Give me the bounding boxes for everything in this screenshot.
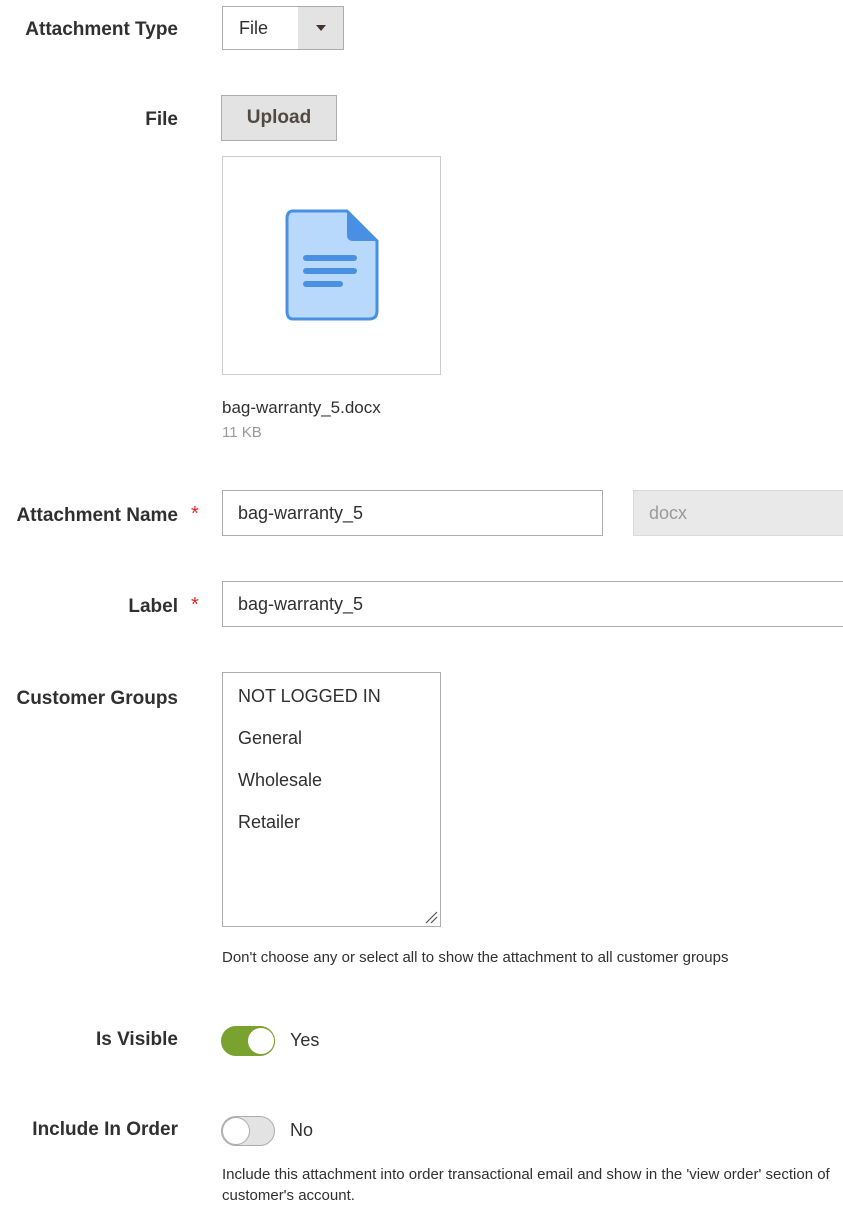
file-name: bag-warranty_5.docx bbox=[222, 398, 381, 417]
chevron-down-icon[interactable] bbox=[298, 7, 343, 49]
file-preview[interactable] bbox=[222, 156, 441, 375]
include-in-order-note: Include this attachment into order trans… bbox=[222, 1166, 830, 1204]
attachment-name-input[interactable] bbox=[222, 490, 603, 536]
customer-groups-label: Customer Groups bbox=[16, 688, 178, 709]
attachment-type-value: File bbox=[239, 17, 269, 38]
document-icon bbox=[285, 209, 379, 321]
resize-grip-icon[interactable] bbox=[424, 910, 438, 924]
required-marker: * bbox=[191, 503, 199, 525]
attachment-extension-input bbox=[633, 490, 843, 536]
customer-group-option[interactable]: General bbox=[223, 724, 440, 766]
include-in-order-label: Include In Order bbox=[32, 1119, 178, 1140]
file-label: File bbox=[145, 109, 178, 130]
is-visible-toggle[interactable] bbox=[221, 1026, 275, 1056]
customer-group-option[interactable]: Retailer bbox=[223, 808, 440, 850]
customer-group-option[interactable]: NOT LOGGED IN bbox=[223, 682, 440, 724]
file-size: 11 KB bbox=[222, 424, 262, 441]
is-visible-label: Is Visible bbox=[95, 1029, 178, 1050]
include-in-order-toggle[interactable] bbox=[221, 1116, 275, 1146]
include-in-order-state: No bbox=[290, 1120, 314, 1140]
customer-groups-multiselect[interactable]: NOT LOGGED IN General Wholesale Retailer bbox=[222, 672, 441, 927]
customer-group-option[interactable]: Wholesale bbox=[223, 766, 440, 808]
toggle-knob bbox=[222, 1117, 250, 1145]
attachment-type-label: Attachment Type bbox=[25, 19, 178, 40]
toggle-knob bbox=[247, 1027, 275, 1055]
attachment-type-select[interactable]: File bbox=[222, 6, 344, 50]
label-input[interactable] bbox=[222, 581, 843, 627]
attachment-name-label: Attachment Name bbox=[16, 505, 178, 526]
label-field-label: Label bbox=[128, 596, 178, 617]
upload-button[interactable]: Upload bbox=[221, 95, 337, 141]
is-visible-state: Yes bbox=[290, 1030, 320, 1050]
customer-groups-note: Don't choose any or select all to show t… bbox=[222, 949, 729, 966]
required-marker: * bbox=[191, 594, 199, 616]
